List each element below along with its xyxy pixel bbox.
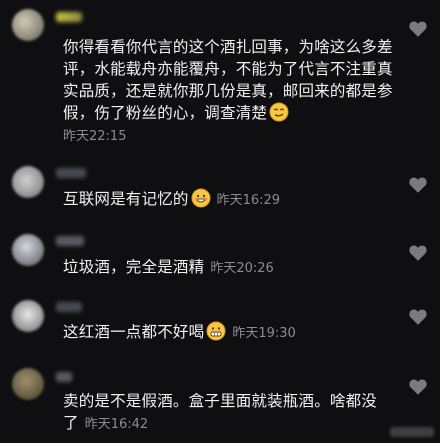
username-blurred[interactable] (56, 168, 86, 178)
avatar[interactable] (12, 234, 44, 266)
like-heart-icon[interactable] (408, 308, 428, 326)
comment-text: 互联网是有记忆的 昨天16:29 (63, 188, 401, 212)
comment-text: 卖的是不是假酒。盒子里面就装瓶酒。啥都没了昨天16:42 (63, 390, 401, 436)
like-heart-icon[interactable] (408, 244, 428, 262)
comment-item: 垃圾酒，完全是酒精 昨天20:26 (0, 228, 440, 288)
username-blurred[interactable] (56, 302, 82, 312)
like-heart-icon[interactable] (408, 20, 428, 38)
comment-item: 这红酒一点都不好喝 昨天19:30 (0, 292, 440, 352)
comment-text: 你得看看你代言的这个酒扎回事，为啥这么多差评，水能载舟亦能覆舟，不能为了代言不注… (63, 36, 401, 148)
comment-body-continued: 了 (63, 414, 79, 432)
comment-time: 昨天19:30 (232, 326, 296, 341)
comment-time: 昨天22:15 (63, 129, 127, 144)
comment-body: 垃圾酒，完全是酒精 (63, 258, 205, 276)
grimace-emoji (206, 321, 226, 341)
comment-item: 卖的是不是假酒。盒子里面就装瓶酒。啥都没了昨天16:42 (0, 362, 440, 443)
like-heart-icon[interactable] (408, 378, 428, 396)
comment-time: 昨天20:26 (210, 261, 274, 276)
like-heart-icon[interactable] (408, 176, 428, 194)
avatar[interactable] (12, 166, 44, 198)
grin-emoji (191, 188, 211, 208)
comments-screen: { "comments": [ { "text": "你得看看你代言的这个酒扎回… (0, 0, 440, 443)
comment-text: 这红酒一点都不好喝 昨天19:30 (63, 321, 401, 345)
comment-body: 卖的是不是假酒。盒子里面就装瓶酒。啥都没 (63, 392, 378, 410)
username-blurred[interactable] (56, 236, 84, 246)
comment-item: 你得看看你代言的这个酒扎回事，为啥这么多差评，水能载舟亦能覆舟，不能为了代言不注… (0, 0, 440, 150)
comment-body: 这红酒一点都不好喝 (63, 323, 205, 341)
comment-time: 昨天16:42 (84, 417, 149, 432)
avatar[interactable] (12, 9, 44, 41)
avatar[interactable] (12, 368, 44, 400)
comment-time: 昨天16:29 (216, 193, 281, 208)
comment-item: 互联网是有记忆的 昨天16:29 (0, 160, 440, 220)
username-blurred[interactable] (56, 372, 72, 382)
smirk-emoji (269, 102, 289, 122)
avatar[interactable] (12, 300, 44, 332)
comment-body: 互联网是有记忆的 (63, 190, 189, 208)
watermark-logo (390, 427, 434, 437)
username-blurred[interactable] (56, 12, 82, 22)
comment-text: 垃圾酒，完全是酒精 昨天20:26 (63, 256, 401, 280)
comment-body: 你得看看你代言的这个酒扎回事，为啥这么多差评，水能载舟亦能覆舟，不能为了代言不注… (63, 38, 393, 122)
